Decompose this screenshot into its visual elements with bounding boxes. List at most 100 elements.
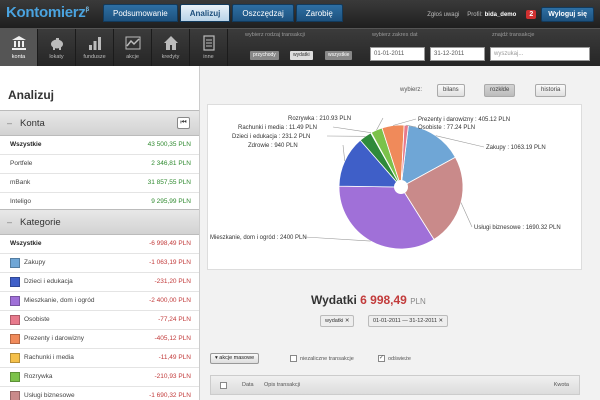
category-row[interactable]: Rachunki i media -11,49 PLN: [0, 349, 199, 368]
account-row[interactable]: mBank 31 857,55 PLN: [0, 174, 199, 193]
select-all-checkbox[interactable]: [220, 382, 227, 389]
section-title: Konta: [20, 118, 45, 129]
color-swatch: [10, 315, 20, 325]
refresh-checkbox[interactable]: ✓ odświeże: [378, 355, 411, 362]
tool-label: kredyty: [161, 54, 180, 60]
tool-label: lokaty: [49, 54, 64, 60]
tool-kredyty[interactable]: kredyty: [152, 29, 190, 66]
nav-tab-podsumowanie[interactable]: Podsumowanie: [103, 4, 178, 22]
col-date[interactable]: Data: [242, 382, 254, 388]
account-balance: 43 500,35 PLN: [147, 141, 191, 148]
pie-label: Usługi biznesowe : 1690.32 PLN: [474, 225, 561, 231]
tool-konta[interactable]: konta: [0, 29, 38, 66]
bulk-actions-button[interactable]: ▾ akcje masowe: [210, 353, 260, 364]
pie-label: Rachunki i media : 11.49 PLN: [238, 125, 317, 131]
color-swatch: [10, 391, 20, 400]
view-rozklad-button[interactable]: rozkłde: [484, 84, 516, 97]
category-name: Prezenty i darowizny: [24, 335, 84, 342]
account-name: Inteligo: [10, 198, 31, 205]
nav-tab-analizuj[interactable]: Analizuj: [179, 4, 231, 22]
category-row[interactable]: Rozrywka -210,93 PLN: [0, 368, 199, 387]
pie-label: Zdrowie : 940 PLN: [248, 143, 298, 149]
piggy-bank-icon: [50, 38, 63, 50]
view-bilans-button[interactable]: bilans: [437, 84, 465, 97]
username[interactable]: bida_demo: [485, 12, 517, 18]
tool-inne[interactable]: inne: [190, 29, 228, 66]
pie-label: Dzieci i edukacja : 231.2 PLN: [232, 134, 310, 140]
collapse-sidebar-button[interactable]: ⏮: [177, 117, 190, 129]
logo[interactable]: Kontomierzβ: [6, 4, 89, 21]
pie-leader-line: [342, 144, 346, 161]
pie-label: Mieszkanie, dom i ogród : 2400 PLN: [210, 235, 307, 241]
nav-tab-oszczedzaj[interactable]: Oszczędzaj: [232, 4, 294, 22]
category-amount: -11,49 PLN: [158, 354, 191, 361]
tool-lokaty[interactable]: lokaty: [38, 29, 76, 66]
date-to-field[interactable]: 31-12-2011: [430, 47, 485, 61]
collapse-icon[interactable]: –: [5, 218, 14, 227]
search-label: znajdź transakcje: [492, 32, 535, 38]
category-amount: -231,20 PLN: [154, 278, 192, 285]
color-swatch: [10, 372, 20, 382]
checkbox-icon[interactable]: [290, 355, 297, 362]
house-icon: [163, 36, 178, 50]
account-row[interactable]: Portfele 2 346,81 PLN: [0, 155, 199, 174]
category-name: Mieszkanie, dom i ogród: [24, 297, 95, 304]
category-row[interactable]: Wszystkie -6 998,49 PLN: [0, 235, 199, 254]
left-panel: Analizuj – Konta ⏮ Wszystkie 43 500,35 P…: [0, 66, 200, 400]
app-window: Kontomierzβ Podsumowanie Analizuj Oszczę…: [0, 0, 600, 400]
date-range-label: wybierz zakres dat: [372, 32, 418, 38]
kategorie-section-header[interactable]: – Kategorie: [0, 209, 199, 235]
category-row[interactable]: Usługi biznesowe -1 690,32 PLN: [0, 387, 199, 400]
bank-icon: [11, 36, 26, 50]
category-amount: -210,93 PLN: [154, 373, 192, 380]
tool-fundusze[interactable]: fundusze: [76, 29, 114, 66]
category-row[interactable]: Prezenty i darowizny -405,12 PLN: [0, 330, 199, 349]
category-name: Wszystkie: [10, 240, 42, 247]
uncategorized-checkbox[interactable]: niezaliczne transakcje: [290, 355, 354, 362]
category-row[interactable]: Mieszkanie, dom i ogród -2 400,00 PLN: [0, 292, 199, 311]
transactions-table-header: Data Opis transakcji Kwota: [210, 375, 580, 395]
pie-leader-line: [332, 126, 372, 134]
category-name: Dzieci i edukacja: [24, 278, 73, 285]
collapse-icon[interactable]: –: [5, 119, 14, 128]
pie-center: [394, 180, 408, 194]
account-row[interactable]: Wszystkie 43 500,35 PLN: [0, 136, 199, 155]
checkbox-label: odświeże: [388, 355, 411, 362]
tool-akcje[interactable]: akcje: [114, 29, 152, 66]
category-row[interactable]: Zakupy -1 063,19 PLN: [0, 254, 199, 273]
pie-leader-line: [392, 118, 417, 126]
filter-tag-date[interactable]: 01-01-2011 — 31-12-2011 ✕: [368, 315, 449, 327]
type-przychody[interactable]: przychody: [250, 51, 279, 60]
category-name: Usługi biznesowe: [24, 392, 75, 399]
color-swatch: [10, 258, 20, 268]
category-row[interactable]: Dzieci i edukacja -231,20 PLN: [0, 273, 199, 292]
konta-section-header[interactable]: – Konta ⏮: [0, 110, 199, 136]
view-historia-button[interactable]: historia: [535, 84, 567, 97]
main-nav: Podsumowanie Analizuj Oszczędzaj Zarobię: [103, 4, 345, 22]
type-wszystkie[interactable]: wszystkie: [325, 51, 353, 60]
summary: Wydatki 6 998,49 PLN: [311, 293, 426, 307]
tool-label: inne: [203, 54, 214, 60]
pie-label: Zakupy : 1063.19 PLN: [486, 145, 546, 151]
pie-leader-line: [304, 236, 371, 242]
feedback-link[interactable]: Zgłoś uwagi: [427, 12, 459, 18]
notification-badge[interactable]: 2: [526, 10, 537, 19]
pie-label: Rozrywka : 210.93 PLN: [288, 116, 351, 122]
category-row[interactable]: Osobiste -77,24 PLN: [0, 311, 199, 330]
col-description[interactable]: Opis transakcji: [264, 382, 300, 388]
type-wydatki[interactable]: wydatki: [290, 51, 313, 60]
search-input[interactable]: wyszukaj...: [490, 47, 590, 61]
color-swatch: [10, 334, 20, 344]
logout-button[interactable]: Wyloguj się: [541, 7, 594, 22]
category-name: Rozrywka: [24, 373, 53, 380]
date-from-field[interactable]: 01-01-2011: [370, 47, 425, 61]
filter-tag-type[interactable]: wydatki ✕: [320, 315, 355, 327]
checkbox-checked-icon[interactable]: ✓: [378, 355, 385, 362]
category-amount: -1 063,19 PLN: [149, 259, 191, 266]
color-swatch: [10, 296, 20, 306]
col-amount[interactable]: Kwota: [554, 382, 569, 388]
pie-label: Osobiste : 77.24 PLN: [418, 125, 475, 131]
nav-tab-zarobie[interactable]: Zarobię: [295, 4, 343, 22]
pie-label: Prezenty i darowizny : 405.12 PLN: [418, 117, 510, 123]
tool-label: akcje: [126, 54, 139, 60]
